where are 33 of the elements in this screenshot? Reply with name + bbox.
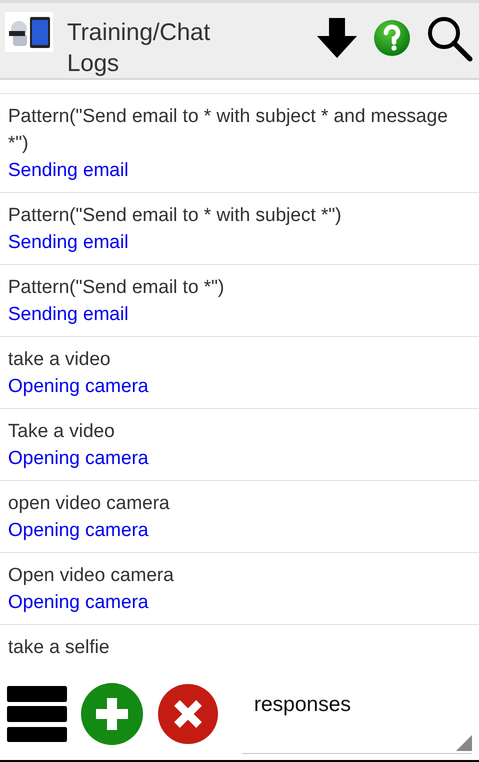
response-text: Opening camera <box>8 375 150 399</box>
log-entry[interactable]: take a video Opening camera <box>0 337 479 409</box>
log-entry[interactable]: Pattern("Send email to *") Sending email <box>0 265 479 337</box>
log-query-text: Pattern("Send email to * with subject *") <box>8 204 342 228</box>
menu-icon[interactable] <box>7 684 67 744</box>
log-entry[interactable]: Pattern("Send email to * with subject * and message *") Sending email <box>0 94 479 193</box>
filter-dropdown[interactable]: responses <box>242 687 472 754</box>
response-text: Opening camera <box>8 447 150 471</box>
response-text: Sending email <box>8 159 130 183</box>
add-icon[interactable] <box>80 682 144 746</box>
log-entry[interactable]: Take a video Opening camera <box>0 409 479 481</box>
log-query-text: take a selfie <box>8 636 110 660</box>
log-entry[interactable]: Pattern("Send email to * with subject *") Sending email <box>0 193 479 265</box>
response-text: Opening camera <box>8 519 150 543</box>
log-query-text: Pattern("Send email to * with subject * and message *") <box>8 105 449 156</box>
download-icon[interactable] <box>315 16 359 60</box>
search-icon[interactable] <box>425 14 473 62</box>
response-text: Opening camera <box>8 591 150 615</box>
response-text: Sending email <box>8 303 130 327</box>
log-entry[interactable]: take a selfie <box>0 625 479 667</box>
log-entry[interactable]: Open video camera Opening camera <box>0 553 479 625</box>
log-query-text: Pattern("Send email to *") <box>8 276 226 300</box>
log-query-text: Open video camera <box>8 564 175 588</box>
help-icon[interactable] <box>373 19 411 57</box>
screen-title: Training/Chat Logs <box>67 18 212 79</box>
delete-icon[interactable] <box>157 682 219 744</box>
log-query-text: open video camera <box>8 492 171 516</box>
log-query-text: Take a video <box>8 420 116 444</box>
response-text: Sending email <box>8 231 130 255</box>
dropdown-corner-icon <box>456 735 472 751</box>
log-query-text: take a video <box>8 348 112 372</box>
robot-phone-icon <box>5 12 53 52</box>
log-entry[interactable]: open video camera Opening camera <box>0 481 479 553</box>
